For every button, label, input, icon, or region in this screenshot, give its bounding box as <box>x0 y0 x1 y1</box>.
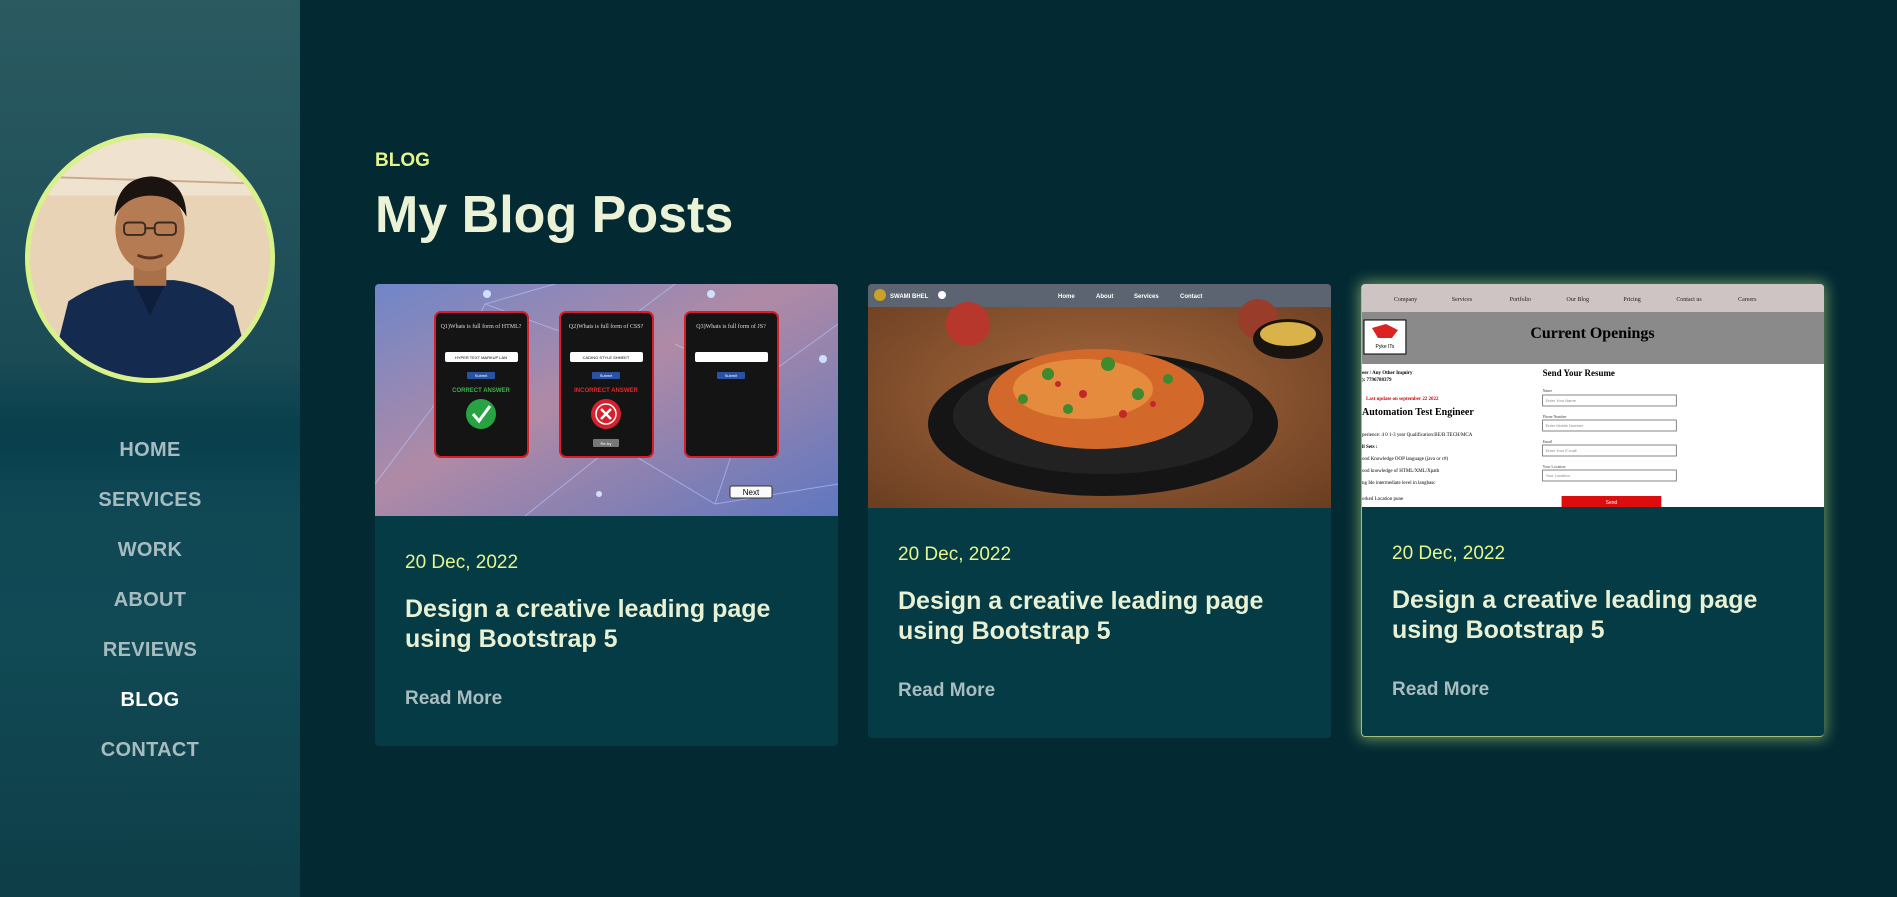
quiz-submit-2: Submit <box>600 373 613 378</box>
careers-line: ood knowledge of HTML/XML/Xpath <box>1362 469 1440 474</box>
quiz-q1: Q1)Whats is full form of HTML? <box>441 323 522 330</box>
careers-line: Automation Test Engineer <box>1362 407 1474 418</box>
careers-form-title: Send Your Resume <box>1543 368 1615 378</box>
quiz-next: Next <box>743 488 760 497</box>
nav-item-about[interactable]: ABOUT <box>0 575 300 625</box>
quiz-q3: Q3)Whats is full form of JS? <box>696 323 766 330</box>
post-date: 20 Dec, 2022 <box>405 552 519 573</box>
sidebar: HOME SERVICES WORK ABOUT REVIEWS BLOG CO… <box>0 0 300 897</box>
main-nav: HOME SERVICES WORK ABOUT REVIEWS BLOG CO… <box>0 425 300 775</box>
careers-line: eer / Any Other Inquiry <box>1362 371 1413 376</box>
page-title: My Blog Posts <box>375 186 734 244</box>
careers-nav-services: Services <box>1452 297 1473 303</box>
post-date: 20 Dec, 2022 <box>898 544 1012 565</box>
blog-thumbnail-quiz[interactable]: Q1)Whats is full form of HTML? HYPER TEX… <box>375 284 838 516</box>
nav-item-contact[interactable]: CONTACT <box>0 725 300 775</box>
blog-thumbnail-careers[interactable]: Company Services Portfolio Our Blog Pric… <box>1362 284 1824 507</box>
food-nav-home: Home <box>1058 294 1075 300</box>
quiz-q2-answer: CADING STYLE SHHEET <box>583 355 630 360</box>
nav-item-services[interactable]: SERVICES <box>0 475 300 525</box>
careers-line: ood Knowledge OOP language (java or c#) <box>1362 457 1448 462</box>
blog-card: Company Services Portfolio Our Blog Pric… <box>1361 284 1824 737</box>
careers-logo-text: Pyke ITs <box>1376 344 1395 350</box>
nav-item-work[interactable]: WORK <box>0 525 300 575</box>
careers-line: perience: 4 0 1-3 year Qualification:BE/… <box>1362 433 1473 438</box>
food-nav-about: About <box>1096 294 1113 300</box>
careers-nav-portfolio: Portfolio <box>1510 296 1531 303</box>
careers-nav-company: Company <box>1394 297 1417 303</box>
food-nav-services: Services <box>1134 294 1159 300</box>
post-date: 20 Dec, 2022 <box>1392 543 1506 564</box>
quiz-q2: Q2)Whats is full form of CSS? <box>569 323 644 330</box>
careers-line: Last update on september 22 2022 <box>1366 397 1439 402</box>
nav-item-reviews[interactable]: REVIEWS <box>0 625 300 675</box>
quiz-incorrect: INCORRECT ANSWER <box>574 388 638 394</box>
quiz-submit-3: Submit <box>725 373 738 378</box>
careers-field-placeholder: Enter Your E-mail <box>1546 448 1577 453</box>
profile-photo <box>30 138 270 378</box>
quiz-submit-1: Submit <box>475 373 488 378</box>
blog-thumbnail-food[interactable]: SWAMI BHEL Home About Services Contact <box>868 284 1331 508</box>
blog-card: SWAMI BHEL Home About Services Contact 2… <box>868 284 1331 738</box>
card-body: 20 Dec, 2022 Design a creative leading p… <box>868 544 1331 702</box>
careers-field-label: Email <box>1543 439 1553 444</box>
careers-line: orked Location pune <box>1362 497 1404 502</box>
careers-nav-contact: Contact us <box>1676 297 1702 303</box>
section-eyebrow: BLOG <box>375 150 430 171</box>
nav-item-blog[interactable]: BLOG <box>0 675 300 725</box>
card-body: 20 Dec, 2022 Design a creative leading p… <box>375 552 838 710</box>
careers-line: ll Sets : <box>1362 445 1378 450</box>
careers-line: ): 7796788379 <box>1362 378 1392 383</box>
post-title[interactable]: Design a creative leading page using Boo… <box>405 594 805 654</box>
careers-nav-careers: Careers <box>1738 297 1757 303</box>
nav-item-home[interactable]: HOME <box>0 425 300 475</box>
blog-card: Q1)Whats is full form of HTML? HYPER TEX… <box>375 284 838 746</box>
careers-field-placeholder: Enter Mobile Number <box>1546 423 1584 428</box>
food-brand: SWAMI BHEL <box>890 294 929 300</box>
quiz-q1-answer: HYPER TEXT MARKUP LAN <box>455 355 507 360</box>
avatar <box>25 133 275 383</box>
careers-field-label: Your Location <box>1543 464 1566 469</box>
careers-nav-blog: Our Blog <box>1567 297 1589 303</box>
careers-field-placeholder: Your Location <box>1546 473 1570 478</box>
careers-send: Send <box>1606 500 1618 506</box>
post-title[interactable]: Design a creative leading page using Boo… <box>898 586 1298 646</box>
food-nav-contact: Contact <box>1180 294 1202 300</box>
card-body: 20 Dec, 2022 Design a creative leading p… <box>1362 543 1824 701</box>
careers-field-label: Phone Number <box>1543 414 1568 419</box>
post-title[interactable]: Design a creative leading page using Boo… <box>1392 585 1792 645</box>
careers-heading: Current Openings <box>1530 325 1654 342</box>
quiz-retry: Re-try <box>601 441 612 446</box>
read-more-link[interactable]: Read More <box>898 680 1301 702</box>
quiz-correct: CORRECT ANSWER <box>452 388 510 394</box>
careers-field-placeholder: Enter Your Name <box>1546 398 1577 403</box>
read-more-link[interactable]: Read More <box>1392 679 1794 701</box>
careers-field-label: Name <box>1543 388 1553 393</box>
read-more-link[interactable]: Read More <box>405 688 808 710</box>
careers-nav-pricing: Pricing <box>1623 297 1640 303</box>
careers-line: ng Ide intermediate level in langbasc <box>1362 481 1436 486</box>
